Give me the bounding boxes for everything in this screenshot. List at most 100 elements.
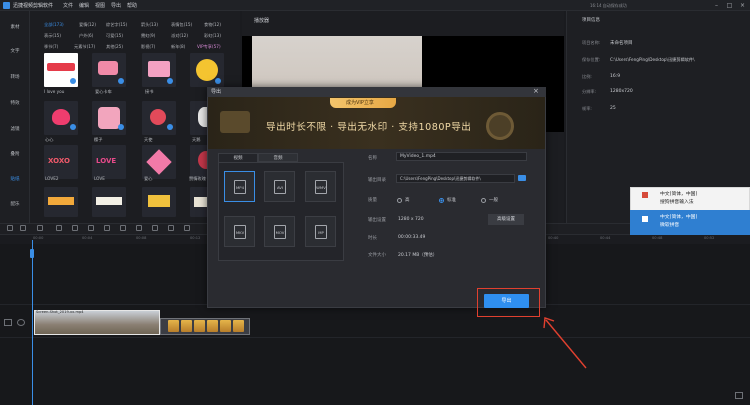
dialog-close-icon[interactable]: ×	[533, 87, 539, 95]
tab-video[interactable]: 视频	[218, 153, 258, 162]
cat-cute[interactable]: 可爱(15)	[106, 33, 123, 39]
sticker-text-art[interactable]	[44, 187, 78, 217]
nav-overlay[interactable]: 叠附	[0, 151, 30, 157]
close-button[interactable]: ×	[738, 1, 747, 10]
sticker-art	[47, 63, 75, 71]
cat-love[interactable]: 爱情(12)	[79, 22, 96, 28]
menu-file[interactable]: 文件	[63, 2, 73, 9]
autosave-status: 16:14 自动保存成功	[590, 3, 627, 8]
download-icon[interactable]	[118, 78, 124, 84]
crop-icon[interactable]	[88, 225, 94, 231]
format-label: MOV	[275, 230, 285, 235]
sticker-love[interactable]: LOVE	[92, 145, 126, 179]
cat-outdoor[interactable]: 户外(6)	[79, 33, 93, 39]
cat-season[interactable]: 季节(7)	[44, 44, 58, 50]
sticker-label: 樱子	[94, 137, 103, 142]
cat-rainbow[interactable]: 彩虹(13)	[204, 33, 221, 39]
menu-help[interactable]: 帮助	[127, 2, 137, 9]
format-mov[interactable]: MOV	[264, 216, 295, 247]
nav-music[interactable]: 配乐	[0, 201, 30, 207]
sticker-art	[48, 197, 74, 205]
tab-audio[interactable]: 音频	[258, 153, 298, 162]
download-icon[interactable]	[167, 124, 173, 130]
nav-effect[interactable]: 特效	[0, 100, 30, 106]
cat-all[interactable]: 全部(173)	[44, 22, 64, 28]
download-icon[interactable]	[70, 78, 76, 84]
ruler-tick: 00:08	[136, 236, 147, 240]
cat-emoji[interactable]: 表情包(15)	[171, 22, 192, 28]
folder-icon[interactable]	[518, 175, 526, 181]
cat-other[interactable]: 其他(25)	[106, 44, 123, 50]
sticker-cherry[interactable]	[142, 101, 176, 135]
ime-item1-name[interactable]: 搜狗拼音输入法	[660, 198, 694, 205]
ime-item1-lang[interactable]: 中文(简体，中国)	[660, 190, 697, 197]
cat-express[interactable]: 表示(15)	[44, 33, 61, 39]
cat-arrow[interactable]: 箭头(13)	[141, 22, 158, 28]
edit-icon[interactable]	[56, 225, 62, 231]
nav-filter[interactable]: 滤镜	[0, 126, 30, 132]
cat-food[interactable]: 食物(12)	[204, 22, 221, 28]
menu-export[interactable]: 导出	[111, 2, 121, 9]
download-icon[interactable]	[70, 124, 76, 130]
menu-edit[interactable]: 编辑	[79, 2, 89, 9]
cat-vip[interactable]: VIP专享(57)	[197, 44, 221, 50]
ime-item2-name[interactable]: 微软拼音	[660, 221, 679, 228]
download-icon[interactable]	[215, 78, 221, 84]
mosaic-icon[interactable]	[136, 225, 142, 231]
playhead[interactable]	[32, 240, 33, 405]
ratio-label: 比例:	[582, 74, 592, 79]
sticker-xoxo[interactable]: XOXO	[44, 145, 78, 179]
nav-text[interactable]: 文字	[0, 48, 30, 54]
nav-material[interactable]: 素材	[0, 24, 30, 30]
delete-icon[interactable]	[37, 225, 43, 231]
redo-icon[interactable]	[20, 225, 26, 231]
split-icon[interactable]	[72, 225, 78, 231]
export-button[interactable]: 导出	[484, 294, 529, 308]
duration-icon[interactable]	[168, 225, 174, 231]
quality-standard-radio[interactable]	[439, 198, 444, 203]
sticker-art	[98, 61, 118, 75]
sticker-text-art[interactable]	[92, 187, 126, 217]
app-logo-icon	[3, 2, 10, 9]
clip-frame	[194, 320, 205, 332]
freeze-icon[interactable]	[152, 225, 158, 231]
cat-neon[interactable]: 霓虹(9)	[141, 33, 155, 39]
sticker-text-art[interactable]	[142, 187, 176, 217]
sticker-art	[196, 59, 218, 81]
sticker-label: LOVE	[94, 176, 105, 181]
speed-icon[interactable]	[104, 225, 110, 231]
ratio-value: 16:9	[610, 74, 621, 79]
track-visible-icon[interactable]	[17, 319, 25, 326]
format-avi[interactable]: AVI	[264, 171, 295, 202]
cat-film[interactable]: 影视(7)	[141, 44, 155, 50]
cat-newyear[interactable]: 新年(8)	[171, 44, 185, 50]
cat-party[interactable]: 派对(12)	[171, 33, 188, 39]
playhead-handle[interactable]	[30, 249, 34, 258]
quality-normal-radio[interactable]	[481, 198, 486, 203]
sticker-art	[98, 107, 120, 129]
download-icon[interactable]	[118, 124, 124, 130]
color-icon[interactable]	[184, 225, 190, 231]
zoom-icon[interactable]	[735, 392, 743, 399]
rotate-icon[interactable]	[120, 225, 126, 231]
save-location-label: 保存位置:	[582, 57, 601, 62]
maximize-button[interactable]: □	[725, 1, 734, 10]
format-mp[interactable]: MP	[305, 216, 336, 247]
cat-art[interactable]: 综艺字(15)	[106, 22, 127, 28]
quality-high-radio[interactable]	[397, 198, 402, 203]
format-mp4[interactable]: MP4	[224, 171, 255, 202]
sticker-art	[148, 195, 170, 207]
minimize-button[interactable]: –	[712, 1, 721, 10]
advanced-settings-button[interactable]: 高级设置	[488, 214, 524, 225]
menu-view[interactable]: 视图	[95, 2, 105, 9]
format-mkv[interactable]: MKV	[224, 216, 255, 247]
sticker-gem-heart[interactable]	[142, 145, 176, 179]
undo-icon[interactable]	[7, 225, 13, 231]
nav-sticker[interactable]: 贴纸	[0, 176, 30, 182]
cat-festival[interactable]: 元素节(17)	[74, 44, 95, 50]
track-lock-icon[interactable]	[4, 319, 12, 326]
nav-transition[interactable]: 转场	[0, 74, 30, 80]
ime-item2-lang[interactable]: 中文(简体，中国)	[660, 213, 697, 220]
format-wmv[interactable]: WMV	[305, 171, 336, 202]
download-icon[interactable]	[167, 78, 173, 84]
